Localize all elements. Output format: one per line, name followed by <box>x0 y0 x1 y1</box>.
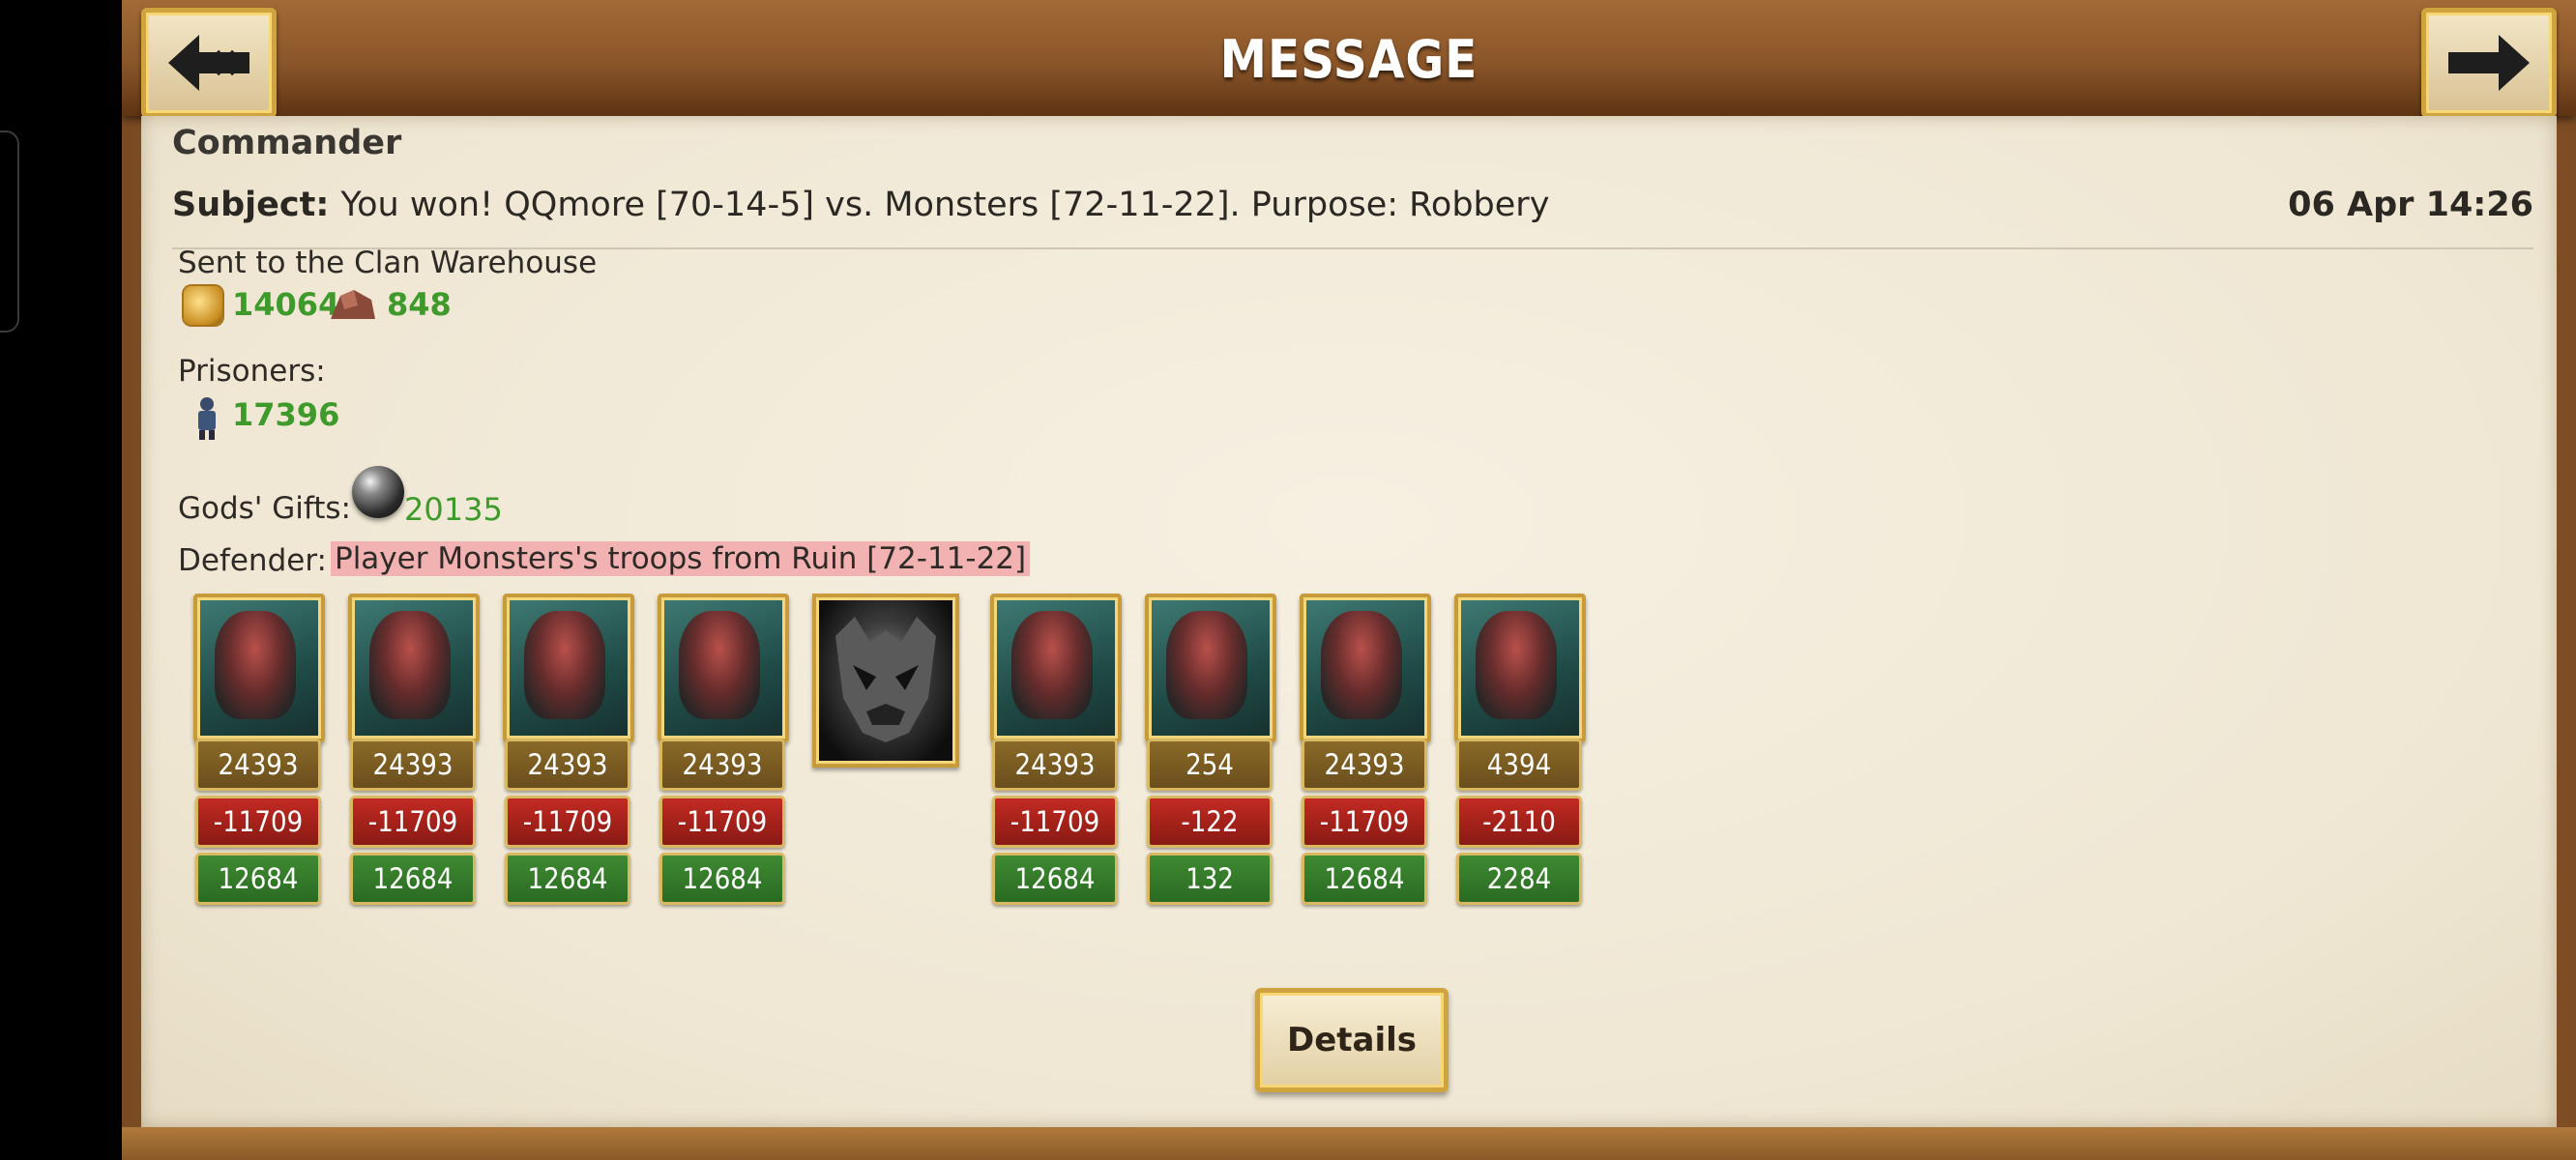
unit-remain: 12684 <box>350 853 476 905</box>
page-title: MESSAGE <box>1219 29 1478 90</box>
unit-card[interactable] <box>990 594 1122 742</box>
header-bar: MESSAGE <box>122 0 2576 118</box>
message-date: 06 Apr 14:26 <box>2288 186 2533 224</box>
unit-total: 24393 <box>992 739 1118 791</box>
unit-loss: -11709 <box>659 796 785 848</box>
details-button[interactable]: Details <box>1255 988 1449 1092</box>
gods-gifts-value: 20135 <box>404 491 503 528</box>
unit-remain: 12684 <box>505 853 630 905</box>
unit-loss: -11709 <box>505 796 630 848</box>
frame-bottom-edge <box>122 1127 2576 1160</box>
gold-icon <box>184 286 222 325</box>
unit-card[interactable] <box>348 594 480 742</box>
orc-warrior-icon <box>524 611 605 719</box>
unit-card[interactable] <box>503 594 634 742</box>
message-sender: Commander <box>172 124 402 162</box>
unit-remain: 12684 <box>1302 853 1427 905</box>
warehouse-label: Sent to the Clan Warehouse <box>178 246 598 280</box>
boss-card[interactable] <box>812 594 959 768</box>
unit-total: 24393 <box>195 739 321 791</box>
axe-knight-icon <box>1321 611 1402 719</box>
unit-remain: 2284 <box>1456 853 1582 905</box>
spiked-beast-icon <box>1011 611 1093 719</box>
unit-loss: -11709 <box>992 796 1118 848</box>
red-sorcerer-icon <box>1166 611 1247 719</box>
warehouse-gold-value: 14064 <box>232 286 340 323</box>
serpent-mage-icon <box>1476 611 1557 719</box>
unit-total: 24393 <box>350 739 476 791</box>
message-window: MESSAGE Commander Subject: You won! QQmor… <box>122 0 2576 1160</box>
prisoners-count: 17396 <box>232 396 340 433</box>
unit-card[interactable] <box>1454 594 1586 742</box>
unit-loss: -11709 <box>350 796 476 848</box>
unit-total: 24393 <box>505 739 630 791</box>
red-winged-demon-icon <box>679 611 760 719</box>
warehouse-ore-value: 848 <box>387 286 452 323</box>
message-subject: Subject: You won! QQmore [70-14-5] vs. Mo… <box>172 186 1549 224</box>
unit-loss: -2110 <box>1456 796 1582 848</box>
defender-name[interactable]: Player Monsters's troops from Ruin [72-1… <box>331 541 1031 576</box>
unit-loss: -11709 <box>1302 796 1427 848</box>
gods-gift-orb-icon <box>352 466 404 518</box>
demon-skull-boss-icon <box>835 617 936 742</box>
unit-card[interactable] <box>1300 594 1431 742</box>
unit-remain: 12684 <box>195 853 321 905</box>
beast-monster-icon <box>215 611 296 719</box>
ore-icon <box>331 290 375 319</box>
unit-total: 254 <box>1147 739 1273 791</box>
gods-gifts-label: Gods' Gifts: <box>178 491 351 526</box>
subject-label: Subject: <box>172 186 330 224</box>
forward-arrow-icon <box>2448 35 2530 91</box>
unit-remain: 12684 <box>992 853 1118 905</box>
unit-loss: -11709 <box>195 796 321 848</box>
unit-card[interactable] <box>193 594 325 742</box>
unit-total: 24393 <box>659 739 785 791</box>
unit-card[interactable] <box>658 594 789 742</box>
armored-giant-icon <box>369 611 451 719</box>
unit-total: 4394 <box>1456 739 1582 791</box>
defender-label: Defender: <box>178 543 327 578</box>
side-edge-tab <box>0 130 19 333</box>
prisoners-label: Prisoners: <box>178 354 326 389</box>
unit-loss: -122 <box>1147 796 1273 848</box>
message-panel: Commander Subject: You won! QQmore [70-14… <box>141 116 2557 1127</box>
unit-total: 24393 <box>1302 739 1427 791</box>
unit-remain: 132 <box>1147 853 1273 905</box>
unit-card[interactable] <box>1145 594 1276 742</box>
unit-remain: 12684 <box>659 853 785 905</box>
prisoner-icon <box>198 397 216 440</box>
forward-button[interactable] <box>2421 8 2557 118</box>
subject-text: You won! QQmore [70-14-5] vs. Monsters [… <box>340 186 1550 224</box>
